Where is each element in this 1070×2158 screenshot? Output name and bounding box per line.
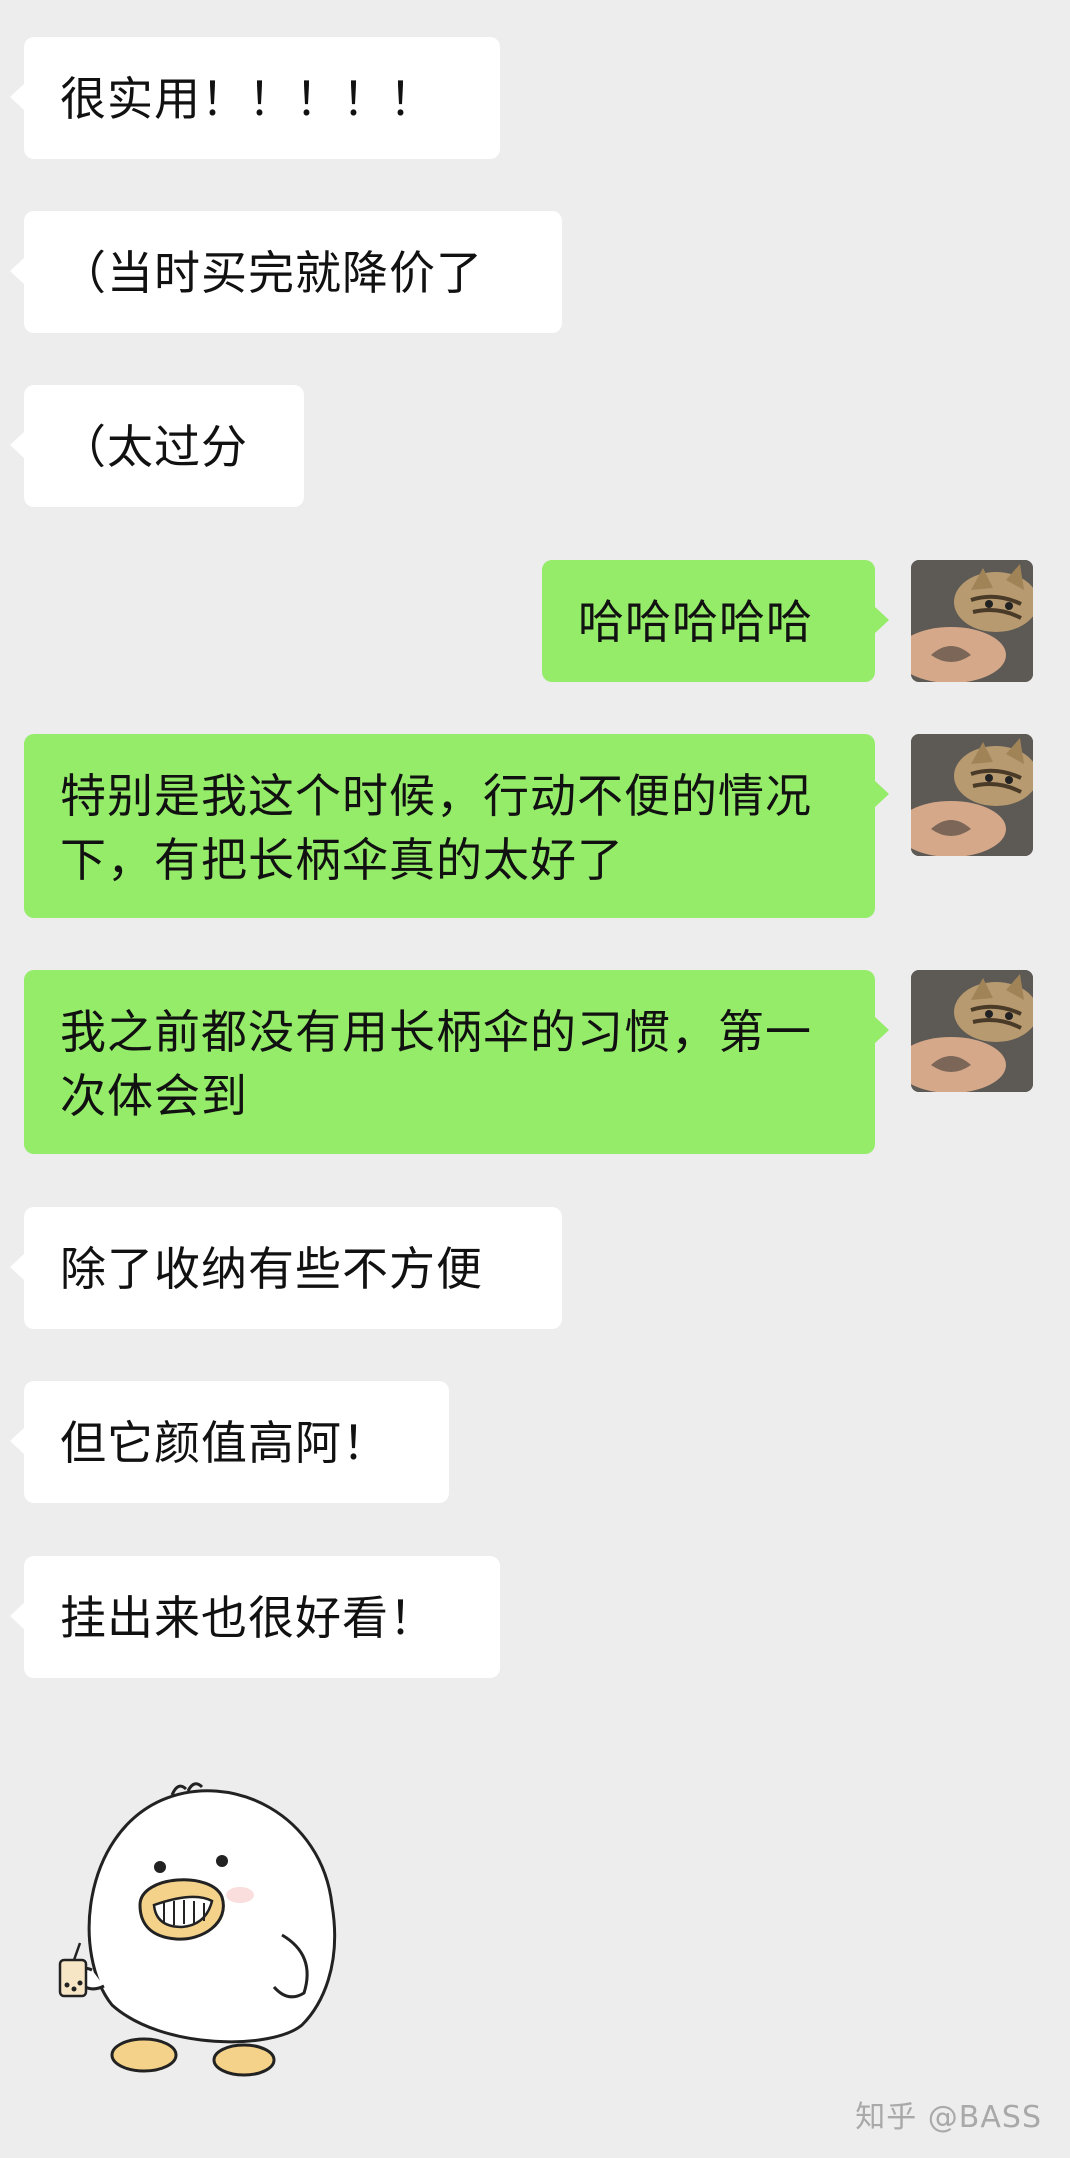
message-text: 哈哈哈哈哈 [578, 595, 813, 649]
message-bubble-incoming[interactable]: （当时买完就降价了 [10, 211, 562, 333]
cat-avatar-icon[interactable] [911, 734, 1033, 856]
message-text: 很实用！！！！！ [60, 72, 436, 126]
message-text: 除了收纳有些不方便 [60, 1242, 483, 1296]
watermark: 知乎 @BASS [855, 2100, 1042, 2135]
message-text: 挂出来也很好看！ [60, 1591, 436, 1645]
cat-avatar-icon[interactable] [911, 560, 1033, 682]
message-bubble-incoming[interactable]: （太过分 [10, 385, 304, 507]
cat-avatar-icon[interactable] [911, 970, 1033, 1092]
message-text: （当时买完就降价了 [60, 246, 483, 300]
message-bubble-incoming[interactable]: 除了收纳有些不方便 [10, 1207, 562, 1329]
message-text: 我之前都没有用长柄伞的习惯，第一次体会到 [60, 1005, 812, 1123]
message-bubble-outgoing[interactable]: 哈哈哈哈哈 [542, 560, 889, 682]
message-text: （太过分 [60, 420, 248, 474]
message-bubble-outgoing[interactable]: 特别是我这个时候，行动不便的情况下，有把长柄伞真的太好了 [24, 734, 889, 918]
message-bubble-incoming[interactable]: 挂出来也很好看！ [10, 1556, 500, 1678]
message-bubble-incoming[interactable]: 很实用！！！！！ [10, 37, 500, 159]
message-text: 但它颜值高阿！ [60, 1416, 389, 1470]
duck-with-bubble-tea-sticker[interactable] [52, 1755, 362, 2080]
message-bubble-incoming[interactable]: 但它颜值高阿！ [10, 1381, 449, 1503]
message-text: 特别是我这个时候，行动不便的情况下，有把长柄伞真的太好了 [60, 769, 812, 887]
chat-area: 很实用！！！！！ （当时买完就降价了 （太过分 哈哈哈哈哈 特别是我这个时候，行… [0, 0, 1070, 2158]
message-bubble-outgoing[interactable]: 我之前都没有用长柄伞的习惯，第一次体会到 [24, 970, 889, 1154]
